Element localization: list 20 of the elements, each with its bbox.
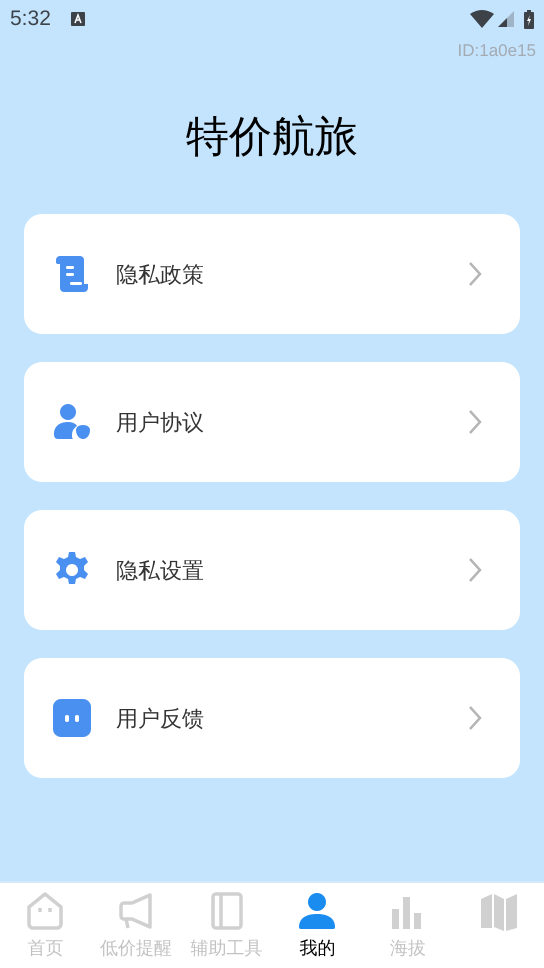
person-icon — [297, 891, 338, 931]
nav-tab[interactable]: 我的 — [272, 883, 363, 968]
keyboard-notification-icon — [70, 12, 85, 26]
battery-icon — [524, 10, 534, 28]
chevron-right-icon — [468, 409, 482, 436]
menu-card[interactable]: 隐私设置 — [24, 510, 520, 630]
home-icon — [25, 891, 66, 931]
status-time: 5:32 — [10, 6, 51, 32]
map-icon — [478, 891, 519, 931]
menu-card[interactable]: 用户反馈 — [24, 658, 520, 778]
menu-card[interactable]: 隐私政策 — [24, 214, 520, 334]
app-title: 特价航旅 — [186, 112, 358, 162]
chevron-right-icon — [468, 261, 482, 288]
signal-icon — [498, 11, 514, 27]
chevron-right-icon — [468, 557, 482, 584]
chat-icon — [52, 698, 92, 738]
user-id: ID:1a0e15 — [458, 40, 536, 62]
chevron-right-icon — [468, 705, 482, 732]
wifi-icon — [470, 10, 494, 28]
menu-card[interactable]: 用户协议 — [24, 362, 520, 482]
